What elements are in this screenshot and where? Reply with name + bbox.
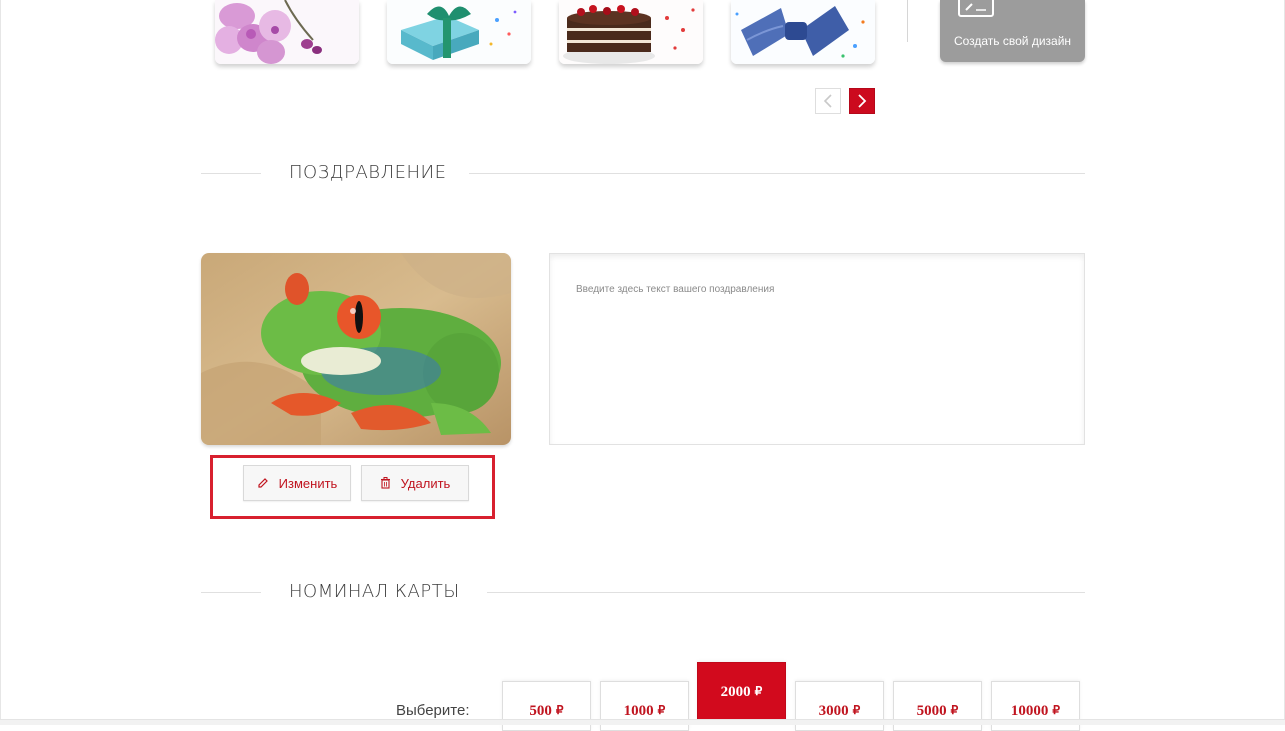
greeting-section-heading: ПОЗДРАВЛЕНИЕ <box>201 163 1085 183</box>
edit-photo-label: Изменить <box>278 475 338 491</box>
design-tile-bow-tie[interactable] <box>731 0 875 64</box>
page-bottom-bar <box>0 719 1285 725</box>
design-tile-cake[interactable] <box>559 0 703 64</box>
edit-design-icon <box>958 0 994 17</box>
trash-icon <box>380 474 391 493</box>
delete-photo-label: Удалить <box>400 475 451 491</box>
denomination-section-heading: НОМИНАЛ КАРТЫ <box>201 582 1085 602</box>
greeting-section-title: ПОЗДРАВЛЕНИЕ <box>289 162 447 183</box>
tiles-divider <box>907 0 908 42</box>
denomination-option-2000[interactable]: 2000 ₽ <box>697 662 786 720</box>
create-custom-design-button[interactable]: Создать свой дизайн <box>940 0 1085 62</box>
design-tile-orchids[interactable] <box>215 0 359 64</box>
delete-photo-button[interactable]: Удалить <box>361 465 469 501</box>
chevron-left-icon <box>823 94 832 108</box>
pencil-icon <box>257 474 269 493</box>
uploaded-photo <box>201 253 511 445</box>
choose-denomination-label: Выберите: <box>396 702 470 719</box>
edit-photo-button[interactable]: Изменить <box>243 465 351 501</box>
page-left-border <box>0 0 1 725</box>
tiles-next-button[interactable] <box>849 88 875 114</box>
design-tile-gift-box[interactable] <box>387 0 531 64</box>
greeting-text-box <box>549 253 1085 445</box>
create-custom-design-label: Создать свой дизайн <box>953 34 1072 48</box>
chevron-right-icon <box>858 94 867 108</box>
denomination-section-title: НОМИНАЛ КАРТЫ <box>289 581 460 602</box>
tiles-prev-button[interactable] <box>815 88 841 114</box>
greeting-textarea[interactable] <box>550 254 1084 444</box>
